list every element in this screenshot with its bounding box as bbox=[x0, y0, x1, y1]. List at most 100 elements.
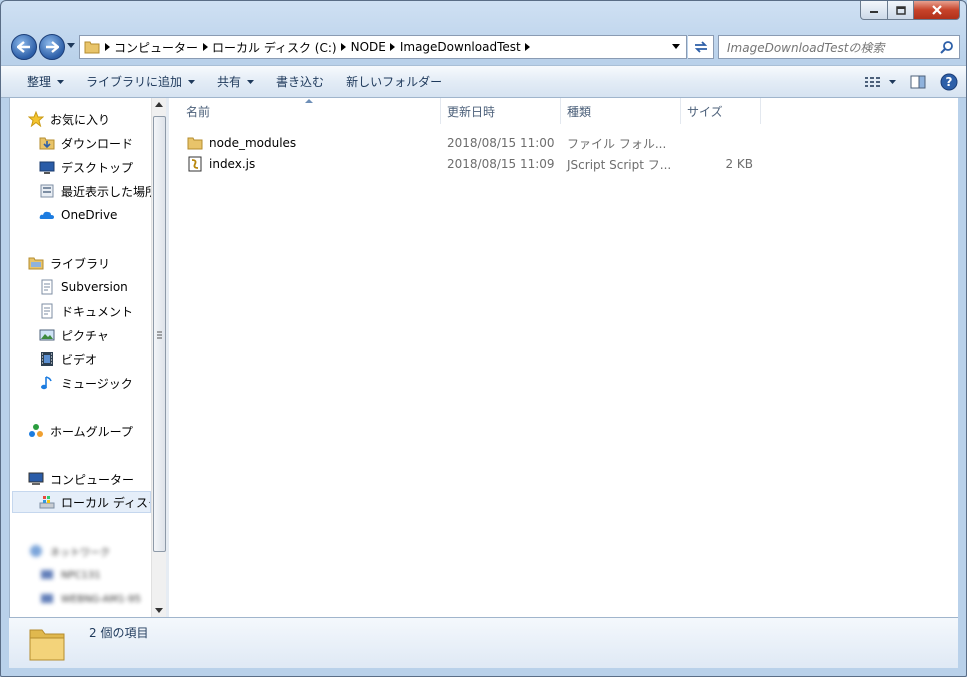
maximize-icon bbox=[895, 5, 906, 15]
chevron-down-icon bbox=[889, 79, 896, 84]
nav-computer[interactable]: コンピューター bbox=[28, 468, 134, 490]
close-icon bbox=[931, 5, 942, 15]
nav-computer-label: コンピューター bbox=[50, 472, 135, 487]
file-date: 2018/08/15 11:00 bbox=[447, 136, 555, 150]
explorer-window: コンピューター ローカル ディスク (C:) NODE ImageDownloa… bbox=[0, 0, 967, 677]
navigation-scrollbar[interactable] bbox=[151, 98, 167, 617]
recent-pages-dropdown-icon[interactable] bbox=[67, 43, 75, 48]
column-size-label: サイズ bbox=[687, 104, 723, 119]
column-header-date[interactable]: 更新日時 bbox=[441, 98, 561, 124]
new-folder-button[interactable]: 新しいフォルダー bbox=[335, 66, 453, 97]
nav-network[interactable]: ネットワーク bbox=[28, 540, 110, 562]
help-icon[interactable]: ? bbox=[940, 73, 958, 91]
address-history-dropdown-icon[interactable] bbox=[672, 44, 680, 49]
breadcrumb-separator-icon[interactable] bbox=[337, 43, 351, 51]
nav-item-downloads[interactable]: ダウンロード bbox=[39, 132, 133, 154]
chevron-down-icon bbox=[188, 79, 196, 84]
view-controls: ? bbox=[865, 66, 958, 97]
back-button[interactable] bbox=[11, 34, 37, 60]
nav-item-network-pc[interactable]: WEBNG-AM1-95 bbox=[39, 588, 141, 610]
close-button[interactable] bbox=[914, 1, 960, 20]
nav-network-label: ネットワーク bbox=[50, 547, 110, 559]
share-label: 共有 bbox=[217, 75, 242, 89]
nav-libraries[interactable]: ライブラリ bbox=[28, 252, 110, 274]
search-icon[interactable] bbox=[940, 40, 954, 54]
homegroup-icon bbox=[28, 423, 44, 439]
nav-item-pictures[interactable]: ピクチャ bbox=[39, 324, 109, 346]
minimize-button[interactable] bbox=[860, 1, 888, 20]
nav-item-local-disk[interactable]: ローカル ディスク (C:) bbox=[12, 491, 151, 513]
file-list: 名前 更新日時 種類 サイズ node_modules 2018/08/15 1… bbox=[169, 98, 958, 617]
change-view-button[interactable] bbox=[865, 76, 896, 88]
search-input[interactable] bbox=[725, 37, 939, 59]
address-bar[interactable]: コンピューター ローカル ディスク (C:) NODE ImageDownloa… bbox=[79, 35, 687, 59]
breadcrumb-separator-icon[interactable] bbox=[521, 43, 535, 51]
file-name: index.js bbox=[187, 156, 255, 172]
jscript-file-icon bbox=[187, 156, 203, 172]
nav-item-label: デスクトップ bbox=[61, 160, 134, 175]
column-header-size[interactable]: サイズ bbox=[681, 98, 761, 124]
nav-item-documents[interactable]: ドキュメント bbox=[39, 300, 133, 322]
column-header-type[interactable]: 種類 bbox=[561, 98, 681, 124]
add-to-library-menu[interactable]: ライブラリに追加 bbox=[75, 66, 206, 97]
scroll-up-icon[interactable] bbox=[155, 102, 163, 107]
breadcrumb-separator-icon[interactable] bbox=[386, 43, 400, 51]
music-note-icon bbox=[39, 375, 55, 391]
nav-item-recent-places[interactable]: 最近表示した場所 bbox=[39, 180, 157, 202]
file-type: JScript Script フ... bbox=[567, 157, 672, 172]
organize-menu[interactable]: 整理 bbox=[1, 66, 75, 97]
navigation-bar: コンピューター ローカル ディスク (C:) NODE ImageDownloa… bbox=[9, 33, 960, 61]
nav-item-music[interactable]: ミュージック bbox=[39, 372, 133, 394]
preview-pane-icon[interactable] bbox=[910, 75, 926, 89]
scroll-down-icon[interactable] bbox=[155, 608, 163, 613]
nav-favorites-label: お気に入り bbox=[50, 112, 111, 127]
nav-item-network-pc[interactable]: NPC131 bbox=[39, 564, 101, 586]
recent-places-icon bbox=[39, 183, 55, 199]
nav-item-subversion[interactable]: Subversion bbox=[39, 276, 128, 298]
breadcrumb-imagedownloadtest[interactable]: ImageDownloadTest bbox=[400, 40, 521, 54]
folder-icon bbox=[84, 41, 100, 54]
view-details-icon bbox=[865, 76, 880, 87]
maximize-button[interactable] bbox=[888, 1, 914, 20]
nav-favorites[interactable]: お気に入り bbox=[28, 108, 110, 130]
share-menu[interactable]: 共有 bbox=[206, 66, 265, 97]
nav-homegroup[interactable]: ホームグループ bbox=[28, 420, 133, 442]
nav-item-videos[interactable]: ビデオ bbox=[39, 348, 97, 370]
file-name: node_modules bbox=[187, 135, 296, 151]
breadcrumb-local-disk[interactable]: ローカル ディスク (C:) bbox=[212, 39, 337, 56]
column-type-label: 種類 bbox=[567, 104, 592, 119]
nav-item-label: 最近表示した場所 bbox=[61, 184, 158, 199]
breadcrumb-separator-icon[interactable] bbox=[100, 43, 114, 51]
forward-button[interactable] bbox=[39, 34, 65, 60]
nav-item-label: ダウンロード bbox=[61, 136, 134, 151]
burn-button[interactable]: 書き込む bbox=[265, 66, 335, 97]
network-computer-icon bbox=[39, 567, 55, 583]
computer-icon bbox=[28, 471, 44, 487]
breadcrumb-computer[interactable]: コンピューター bbox=[114, 39, 198, 56]
breadcrumb-separator-icon[interactable] bbox=[198, 43, 212, 51]
breadcrumb-node[interactable]: NODE bbox=[351, 40, 386, 54]
column-date-label: 更新日時 bbox=[447, 104, 496, 119]
arrow-left-icon bbox=[17, 41, 30, 53]
details-pane: 2 個の項目 bbox=[9, 617, 958, 668]
file-date: 2018/08/15 11:09 bbox=[447, 157, 555, 171]
nav-item-label: OneDrive bbox=[61, 208, 118, 222]
refresh-icon bbox=[694, 41, 707, 53]
search-box[interactable] bbox=[718, 35, 960, 59]
nav-item-label: Subversion bbox=[61, 280, 128, 294]
item-count: 2 個の項目 bbox=[89, 626, 149, 640]
breadcrumb: コンピューター ローカル ディスク (C:) NODE ImageDownloa… bbox=[100, 39, 535, 56]
local-disk-icon bbox=[39, 494, 55, 510]
minimize-icon bbox=[870, 11, 878, 13]
nav-item-label: ミュージック bbox=[61, 376, 133, 391]
scrollbar-thumb[interactable] bbox=[153, 116, 166, 552]
refresh-button[interactable] bbox=[688, 35, 714, 59]
nav-item-label: ビデオ bbox=[61, 352, 98, 367]
column-header-row: 名前 更新日時 種類 サイズ bbox=[169, 98, 958, 124]
nav-libraries-label: ライブラリ bbox=[50, 256, 111, 271]
burn-label: 書き込む bbox=[276, 75, 325, 89]
nav-item-desktop[interactable]: デスクトップ bbox=[39, 156, 133, 178]
chevron-down-icon bbox=[57, 79, 65, 84]
nav-item-onedrive[interactable]: OneDrive bbox=[39, 204, 117, 226]
column-header-name[interactable]: 名前 bbox=[175, 98, 441, 124]
